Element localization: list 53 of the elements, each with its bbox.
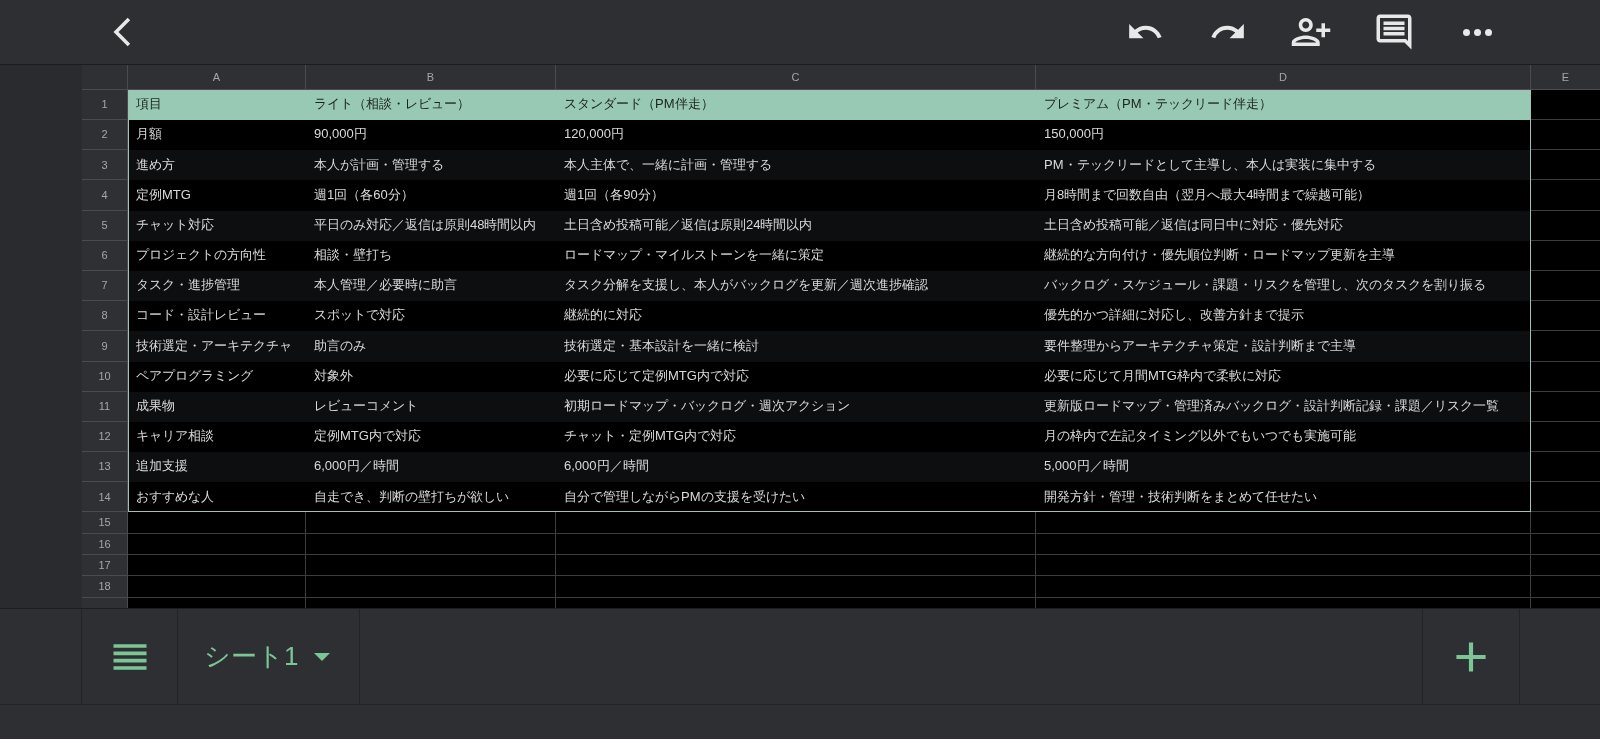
column-header: C: [556, 65, 1036, 90]
table-cell: 成果物: [128, 391, 306, 422]
row-header: 14: [82, 482, 128, 513]
table-cell: 追加支援: [128, 452, 306, 483]
row-header: 7: [82, 270, 128, 302]
row-header: 12: [82, 421, 128, 453]
row-header: 9: [82, 331, 128, 362]
table-cell: 技術選定・基本設計を一緒に検討: [556, 331, 1036, 362]
table-cell: 技術選定・アーキテクチャ: [128, 331, 306, 362]
table-cell: 平日のみ対応／返信は原則48時間以内: [306, 210, 556, 241]
row-header: 15: [82, 512, 128, 534]
row-header: 10: [82, 361, 128, 392]
row-header: 5: [82, 210, 128, 241]
caret-icon: [314, 652, 331, 661]
table-cell: タスク分解を支援し、本人がバックログを更新／週次進捗確認: [556, 270, 1036, 302]
table-cell: 本人管理／必要時に助言: [306, 270, 556, 302]
row-header: 4: [82, 180, 128, 211]
table-cell: 本人主体で、一緒に計画・管理する: [556, 150, 1036, 181]
table-cell: 土日含め投稿可能／返信は同日中に対応・優先対応: [1036, 210, 1531, 241]
more-icon: [1462, 28, 1492, 36]
column-header: D: [1036, 65, 1531, 90]
row-header: 8: [82, 301, 128, 332]
row-header: 3: [82, 150, 128, 181]
header-cell: 項目: [128, 90, 306, 120]
table-cell: 6,000円／時間: [306, 452, 556, 483]
row-header: 11: [82, 391, 128, 422]
table-cell: 初期ロードマップ・バックログ・週次アクション: [556, 391, 1036, 422]
table-cell: 更新版ロードマップ・管理済みバックログ・設計判断記録・課題／リスク一覧: [1036, 391, 1531, 422]
table-cell: バックログ・スケジュール・課題・リスクを管理し、次のタスクを割り振る: [1036, 270, 1531, 302]
row-header: 6: [82, 240, 128, 271]
table-cell: PM・テックリードとして主導し、本人は実装に集中する: [1036, 150, 1531, 181]
table-cell: レビューコメント: [306, 391, 556, 422]
header-cell: ライト（相談・レビュー）: [306, 90, 556, 120]
row-header: 18: [82, 576, 128, 598]
row-header: 2: [82, 120, 128, 151]
table-cell: タスク・進捗管理: [128, 270, 306, 302]
table-cell: 6,000円／時間: [556, 452, 1036, 483]
column-header: E: [1531, 65, 1600, 90]
table-cell: 助言のみ: [306, 331, 556, 362]
row-header: 1: [82, 90, 128, 120]
table-cell: 要件整理からアーキテクチャ策定・設計判断まで主導: [1036, 331, 1531, 362]
column-header: A: [128, 65, 306, 90]
column-header: B: [306, 65, 556, 90]
row-header: 13: [82, 452, 128, 483]
row-header: 16: [82, 533, 128, 556]
row-header: 17: [82, 555, 128, 577]
header-cell: プレミアム（PM・テックリード伴走）: [1036, 90, 1531, 120]
table-cell: 進め方: [128, 150, 306, 181]
table-cell: 本人が計画・管理する: [306, 150, 556, 181]
table-cell: 5,000円／時間: [1036, 452, 1531, 483]
table-cell: チャット対応: [128, 210, 306, 241]
table-cell: 土日含め投稿可能／返信は原則24時間以内: [556, 210, 1036, 241]
header-cell: スタンダード（PM伴走）: [556, 90, 1036, 120]
